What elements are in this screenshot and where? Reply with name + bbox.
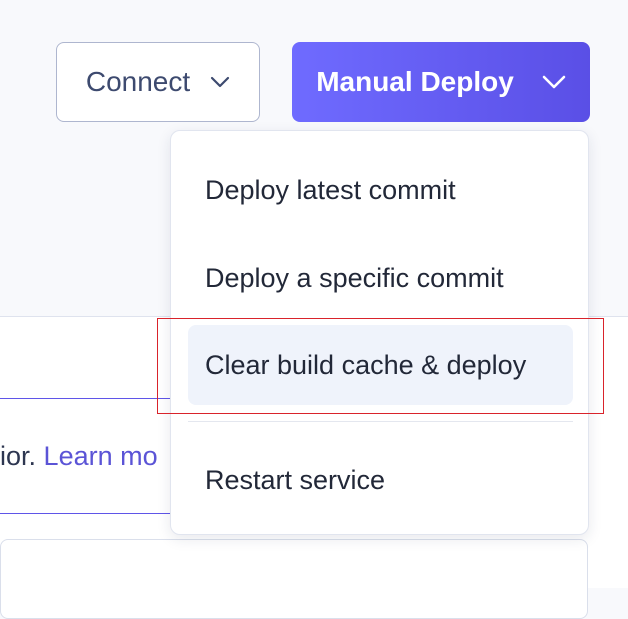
info-banner-text: ior. Learn mo bbox=[0, 441, 158, 472]
menu-item-label: Restart service bbox=[205, 464, 386, 495]
menu-item-label: Deploy latest commit bbox=[205, 174, 456, 205]
manual-deploy-menu: Deploy latest commit Deploy a specific c… bbox=[170, 130, 589, 535]
menu-item-deploy-latest-commit[interactable]: Deploy latest commit bbox=[188, 150, 573, 230]
menu-item-label: Clear build cache & deploy bbox=[205, 349, 527, 380]
connect-button-label: Connect bbox=[85, 66, 191, 97]
chevron-down-icon bbox=[542, 75, 566, 89]
learn-more-link[interactable]: Learn mo bbox=[44, 441, 158, 471]
chevron-down-icon bbox=[210, 76, 230, 88]
manual-deploy-button-label: Manual Deploy bbox=[316, 66, 514, 97]
manual-deploy-button[interactable]: Manual Deploy bbox=[292, 42, 590, 122]
content-card bbox=[0, 539, 588, 619]
menu-item-clear-cache-deploy[interactable]: Clear build cache & deploy bbox=[188, 325, 573, 405]
connect-button[interactable]: Connect bbox=[56, 42, 260, 122]
menu-item-restart-service[interactable]: Restart service bbox=[188, 440, 573, 520]
menu-item-deploy-specific-commit[interactable]: Deploy a specific commit bbox=[188, 238, 573, 318]
menu-item-label: Deploy a specific commit bbox=[205, 262, 504, 293]
menu-divider bbox=[188, 421, 573, 422]
info-banner-message: ior. bbox=[0, 441, 37, 471]
